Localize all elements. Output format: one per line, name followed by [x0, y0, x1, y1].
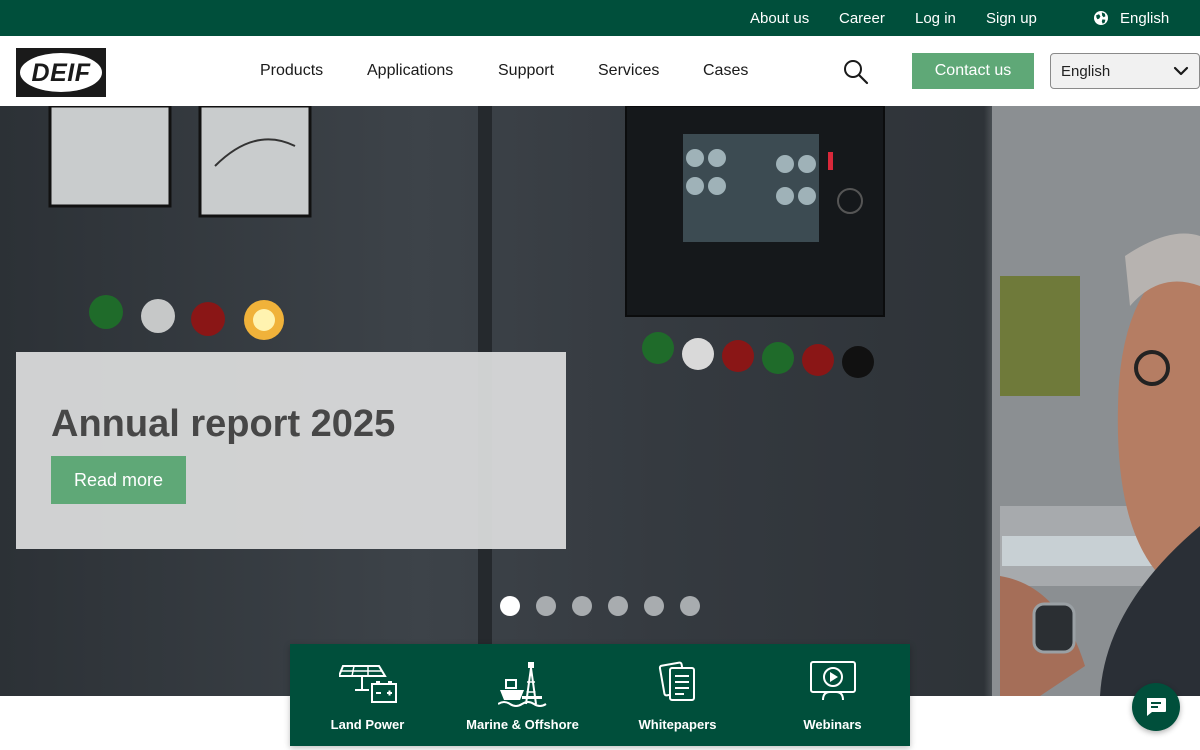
carousel-dot-5[interactable]	[644, 596, 664, 616]
solar-battery-icon	[338, 665, 397, 703]
carousel-dot-2[interactable]	[536, 596, 556, 616]
quick-link-label: Land Power	[330, 717, 405, 732]
contact-us-button[interactable]: Contact us	[912, 53, 1034, 89]
read-more-button[interactable]: Read more	[51, 456, 186, 504]
quick-links-bar: Land Power Marine & Offshore Whitepapers	[290, 644, 910, 746]
quick-link-marine-offshore[interactable]: Marine & Offshore	[445, 644, 600, 746]
carousel-dot-4[interactable]	[608, 596, 628, 616]
hero-title: Annual report 2025	[51, 403, 396, 445]
nav-products[interactable]: Products	[260, 61, 323, 81]
hero-banner: Annual report 2025 Read more	[0, 106, 1200, 696]
quick-link-webinars[interactable]: Webinars	[755, 644, 910, 746]
hero-card: Annual report 2025 Read more	[16, 352, 566, 549]
carousel-dots	[500, 596, 710, 616]
language-select-value: English	[1061, 63, 1111, 80]
main-header: DEIF Products Applications Support Servi…	[0, 36, 1200, 106]
utility-bar: About us Career Log in Sign up English	[0, 0, 1200, 36]
nav-applications[interactable]: Applications	[367, 61, 453, 81]
chat-icon	[1147, 698, 1166, 716]
language-link[interactable]: English	[1120, 10, 1169, 28]
quick-link-land-power[interactable]: Land Power	[290, 644, 445, 746]
globe-icon[interactable]	[1093, 10, 1109, 26]
logo-wordmark: DEIF	[31, 59, 91, 87]
documents-icon	[658, 661, 695, 701]
carousel-dot-1[interactable]	[500, 596, 520, 616]
webinar-icon	[809, 661, 856, 701]
quick-link-label: Marine & Offshore	[466, 717, 579, 732]
sign-up-link[interactable]: Sign up	[986, 10, 1037, 28]
about-us-link[interactable]: About us	[750, 10, 809, 28]
nav-cases[interactable]: Cases	[703, 61, 748, 81]
chat-button[interactable]	[1132, 683, 1180, 731]
search-icon[interactable]	[842, 58, 870, 86]
nav-services[interactable]: Services	[598, 61, 659, 81]
log-in-link[interactable]: Log in	[915, 10, 956, 28]
carousel-dot-3[interactable]	[572, 596, 592, 616]
nav-support[interactable]: Support	[498, 61, 554, 81]
language-select[interactable]: English	[1050, 53, 1200, 89]
quick-link-label: Whitepapers	[638, 717, 717, 732]
quick-link-label: Webinars	[803, 717, 862, 732]
chevron-down-icon	[1173, 66, 1189, 76]
carousel-dot-6[interactable]	[680, 596, 700, 616]
deif-logo[interactable]: DEIF	[16, 48, 106, 97]
quick-link-whitepapers[interactable]: Whitepapers	[600, 644, 755, 746]
ship-rig-icon	[497, 662, 547, 707]
career-link[interactable]: Career	[839, 10, 885, 28]
